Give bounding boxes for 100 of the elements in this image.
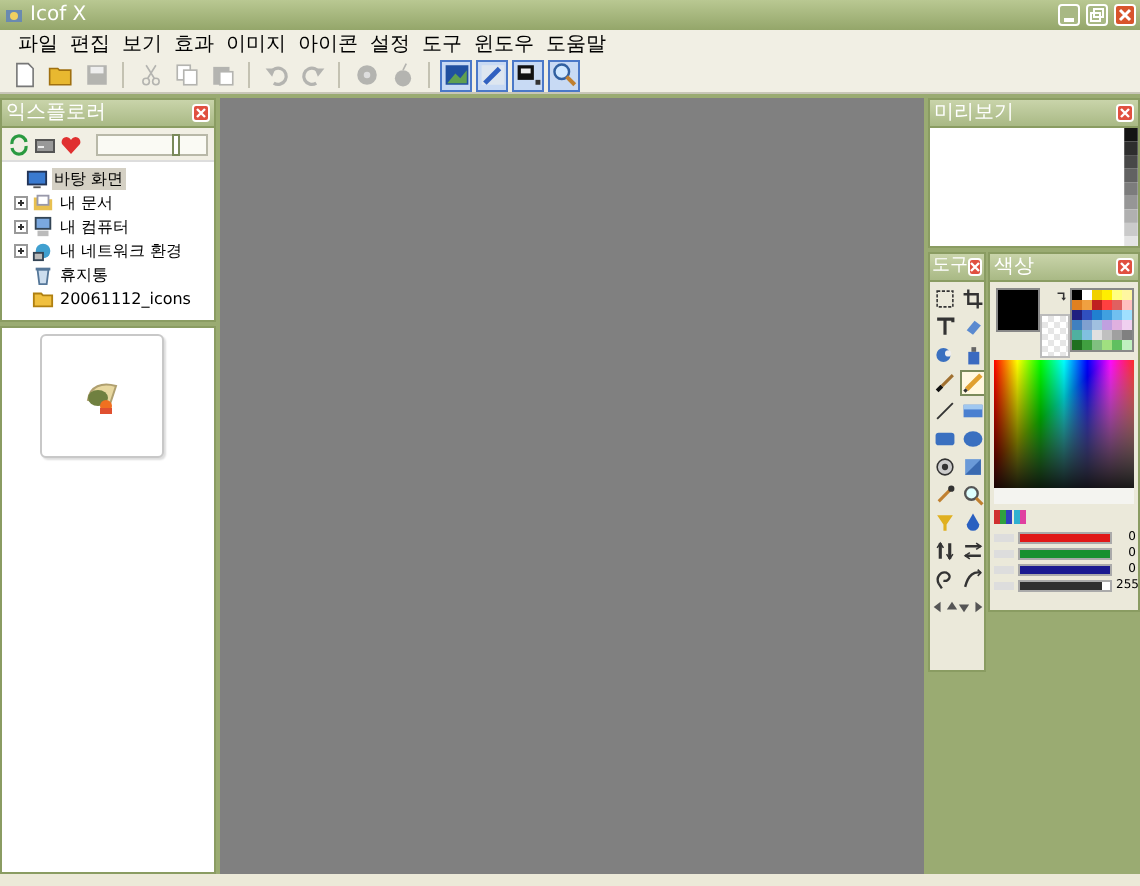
menu-item[interactable]: 도구: [416, 30, 468, 58]
color-spectrum[interactable]: [994, 360, 1134, 488]
pencil-icon: [962, 372, 984, 394]
palette-swatch[interactable]: [1082, 300, 1092, 310]
menu-item[interactable]: 아이콘: [292, 30, 364, 58]
tool-button[interactable]: [932, 398, 958, 424]
palette-swatch[interactable]: [1102, 290, 1112, 300]
palette-swatch[interactable]: [1082, 340, 1092, 350]
refresh-button[interactable]: [8, 132, 31, 156]
palette-swatch[interactable]: [1122, 320, 1132, 330]
tool-button[interactable]: [932, 538, 958, 564]
brush-toggle[interactable]: [476, 59, 508, 91]
palette-swatch[interactable]: [1122, 310, 1132, 320]
menu-item[interactable]: 파일: [12, 30, 64, 58]
close-icon: [196, 108, 206, 118]
funnel-icon: [934, 512, 956, 534]
menu-item[interactable]: 편집: [64, 30, 116, 58]
expand-icon[interactable]: [14, 195, 28, 209]
palette-swatch[interactable]: [1092, 340, 1102, 350]
blob-icon: [934, 344, 956, 366]
zoom-toggle[interactable]: [548, 59, 580, 91]
expand-icon[interactable]: [14, 243, 28, 257]
thumbnail-size-slider[interactable]: [95, 133, 208, 155]
tree-item[interactable]: 내 컴퓨터: [58, 215, 132, 237]
menu-item[interactable]: 보기: [116, 30, 168, 58]
tool-button[interactable]: [960, 566, 984, 592]
line-icon: [934, 400, 956, 422]
tree-item[interactable]: 내 문서: [58, 191, 116, 213]
palette-swatch[interactable]: [1102, 300, 1112, 310]
explorer-toggle[interactable]: [440, 59, 472, 91]
clipboard-icon: [209, 62, 235, 88]
close-button[interactable]: [1116, 258, 1134, 276]
menu-item[interactable]: 도움말: [540, 30, 612, 58]
palette-swatch[interactable]: [1112, 310, 1122, 320]
color-mode-icon[interactable]: [994, 510, 1030, 524]
tool-button[interactable]: [932, 314, 958, 340]
close-button[interactable]: [968, 258, 982, 276]
palette-swatch[interactable]: [1092, 310, 1102, 320]
palette-swatch[interactable]: [1082, 330, 1092, 340]
undo-icon: [263, 62, 289, 88]
tree-item[interactable]: 바탕 화면: [52, 167, 126, 189]
background-color[interactable]: [1040, 314, 1070, 358]
favorite-button[interactable]: [60, 132, 84, 156]
close-button[interactable]: [1114, 4, 1136, 26]
palette-swatch[interactable]: [1112, 290, 1122, 300]
swap-icon[interactable]: [1055, 290, 1066, 304]
menu-item[interactable]: 설정: [364, 30, 416, 58]
palette-swatch[interactable]: [1082, 290, 1092, 300]
close-icon: [970, 262, 980, 272]
maximize-button[interactable]: [1086, 4, 1108, 26]
palette-swatch[interactable]: [1072, 300, 1082, 310]
refresh-icon: [8, 133, 30, 155]
tree-item[interactable]: 휴지통: [58, 263, 110, 285]
palette-swatch[interactable]: [1072, 340, 1082, 350]
palette-swatch[interactable]: [1112, 340, 1122, 350]
tool-button[interactable]: [932, 482, 958, 508]
menu-item[interactable]: 이미지: [220, 30, 292, 58]
palette-swatch[interactable]: [1072, 330, 1082, 340]
palette-swatch[interactable]: [1122, 290, 1132, 300]
close-button[interactable]: [192, 104, 210, 122]
expand-icon[interactable]: [14, 219, 28, 233]
palette-swatch[interactable]: [1092, 290, 1102, 300]
palette-swatch[interactable]: [1102, 320, 1112, 330]
palette-swatch[interactable]: [1102, 340, 1112, 350]
tool-button[interactable]: [960, 482, 984, 508]
apple-icon: [389, 62, 415, 88]
palette-swatch[interactable]: [1092, 320, 1102, 330]
menu-item[interactable]: 윈도우: [468, 30, 540, 58]
image-icon: [443, 62, 469, 88]
palette-swatch[interactable]: [1122, 330, 1132, 340]
tree-item[interactable]: 20061112_icons: [58, 287, 193, 309]
brush-icon: [934, 372, 956, 394]
palette-swatch[interactable]: [1092, 300, 1102, 310]
foreground-color[interactable]: [996, 288, 1040, 332]
palette-swatch[interactable]: [1122, 300, 1132, 310]
palette-swatch[interactable]: [1112, 320, 1122, 330]
palette-swatch[interactable]: [1102, 330, 1112, 340]
tool-button[interactable]: [932, 370, 958, 396]
palette-swatch[interactable]: [1072, 320, 1082, 330]
tool-button[interactable]: [932, 286, 958, 312]
tool-button[interactable]: [960, 286, 984, 312]
menu-item[interactable]: 효과: [168, 30, 220, 58]
image-thumbnail[interactable]: [40, 334, 164, 458]
channel-slider[interactable]: [1018, 580, 1112, 592]
desktop-icon: [26, 167, 48, 189]
palette-swatch[interactable]: [1072, 310, 1082, 320]
tree-item[interactable]: 내 네트워크 환경: [58, 239, 185, 261]
palette-swatch[interactable]: [1112, 300, 1122, 310]
palette-swatch[interactable]: [1082, 310, 1092, 320]
palette-swatch[interactable]: [1072, 290, 1082, 300]
minimize-button[interactable]: [1058, 4, 1080, 26]
palette-swatch[interactable]: [1082, 320, 1092, 330]
palette-swatch[interactable]: [1092, 330, 1102, 340]
palette-swatch[interactable]: [1102, 310, 1112, 320]
slider-thumb[interactable]: [171, 133, 180, 155]
tool-button[interactable]: [960, 538, 984, 564]
palette-swatch[interactable]: [1112, 330, 1122, 340]
close-button[interactable]: [1116, 104, 1134, 122]
monitor-toggle[interactable]: [512, 59, 544, 91]
palette-swatch[interactable]: [1122, 340, 1132, 350]
